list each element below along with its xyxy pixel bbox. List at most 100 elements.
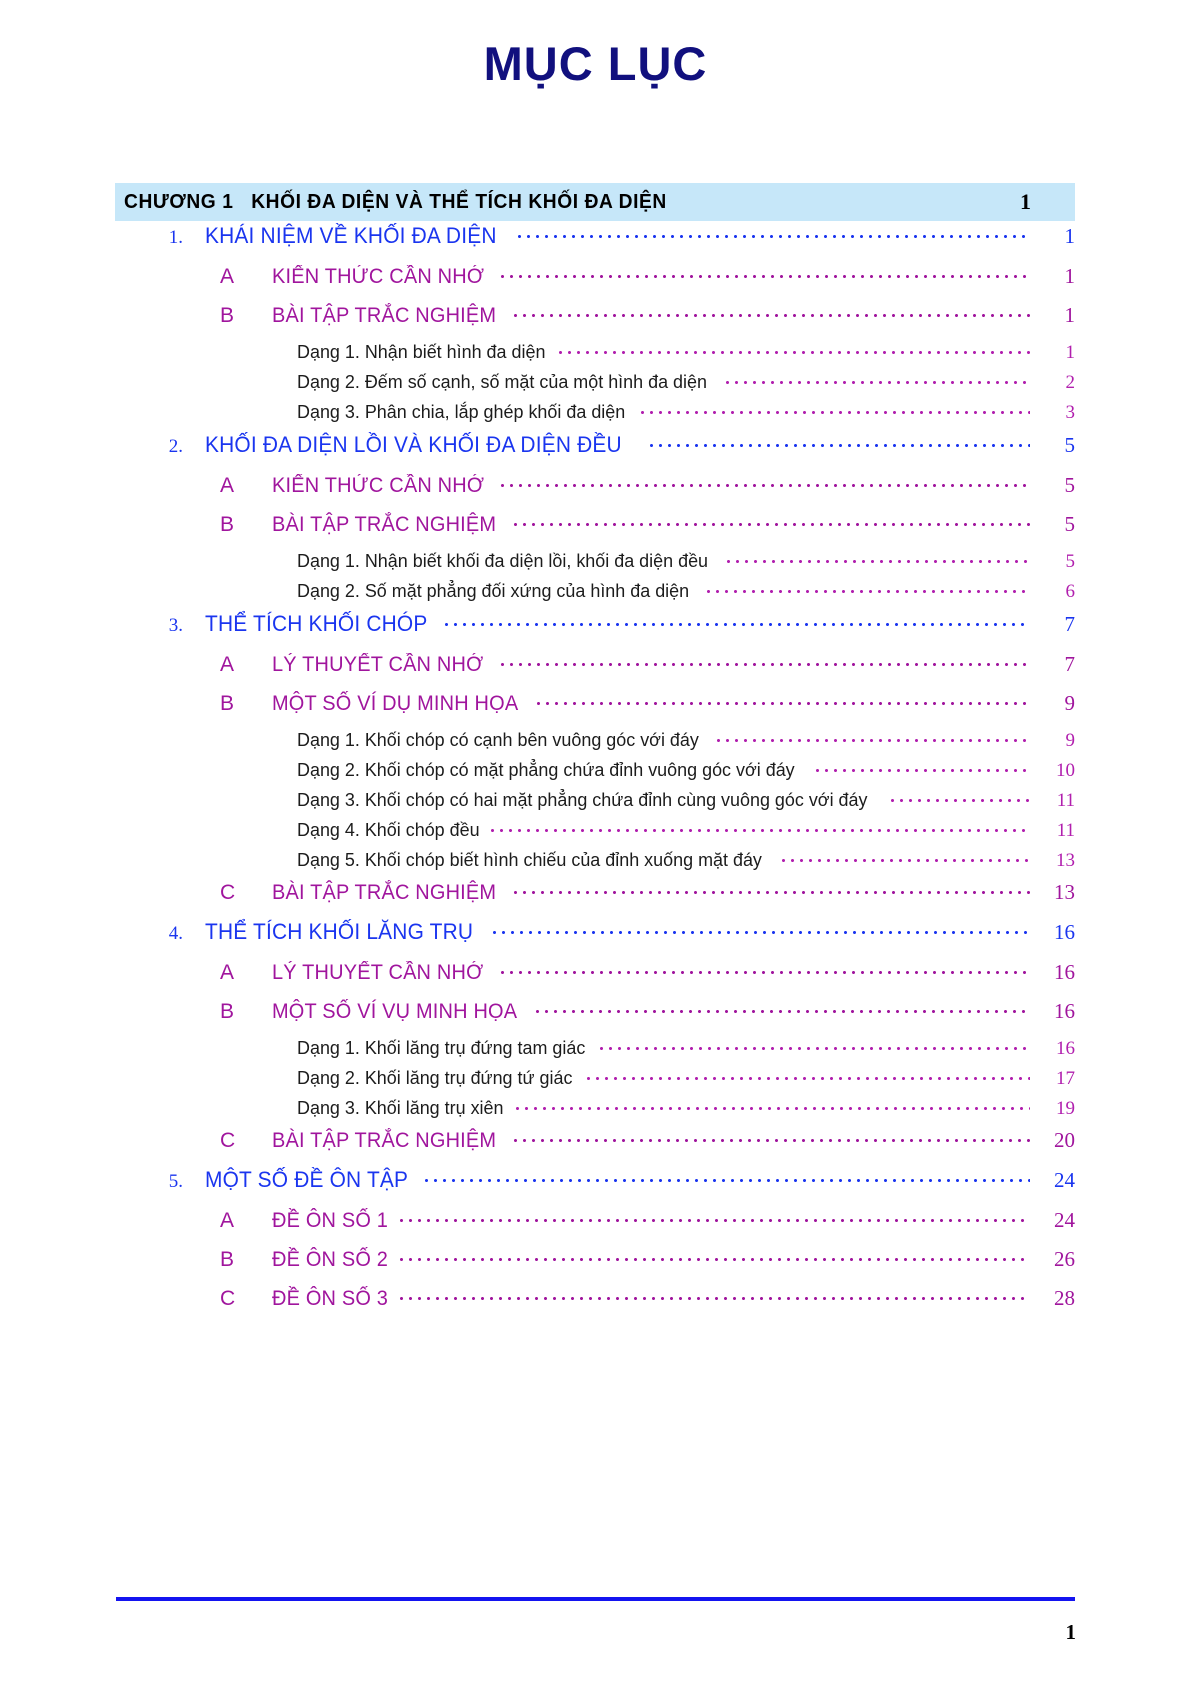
toc-entry-page-number: 24: [1054, 1168, 1075, 1192]
toc-entry-page-number: 7: [1064, 652, 1076, 676]
toc-entry-level2[interactable]: B ĐỀ ÔN SỐ 2 26: [115, 1245, 1075, 1284]
toc-entry-label: Dạng 3. Phân chia, lắp ghép khối đa diện: [297, 401, 626, 422]
toc-entry-number: B: [220, 1248, 235, 1271]
toc-entry-level2[interactable]: B BÀI TẬP TRẮC NGHIỆM 5: [115, 510, 1075, 549]
toc-entry-level1[interactable]: 3. THỂ TÍCH KHỐI CHÓP 7: [115, 609, 1075, 650]
toc-entry-number: 2.: [168, 436, 183, 457]
toc-dot-leader: [722, 370, 1030, 388]
toc-entry-page-number: 13: [1054, 880, 1075, 904]
toc-entry-level2[interactable]: A LÝ THUYẾT CẦN NHỚ 7: [115, 650, 1075, 689]
toc-entry-number: A: [220, 653, 235, 676]
toc-dot-leader: [514, 221, 1030, 243]
chapter-heading-bar: CHƯƠNG 1 KHỐI ĐA DIỆN VÀ THỂ TÍCH KHỐI Đ…: [115, 183, 1075, 221]
toc-dot-leader: [511, 510, 1030, 531]
toc-entry-page-number: 2: [1065, 372, 1076, 393]
toc-entry-level2[interactable]: C ĐỀ ÔN SỐ 3 28: [115, 1284, 1075, 1323]
toc-dot-leader: [534, 689, 1030, 710]
toc-entry-list: 1. KHÁI NIỆM VỀ KHỐI ĐA DIỆN 1 A KIẾN THỨC C…: [115, 221, 1075, 1323]
toc-entry-level2[interactable]: C BÀI TẬP TRẮC NGHIỆM 20: [115, 1126, 1075, 1165]
toc-entry-page-number: 11: [1056, 790, 1075, 811]
toc-entry-page-number: 20: [1054, 1128, 1075, 1152]
toc-entry-page-number: 9: [1064, 691, 1076, 715]
toc-entry-level3[interactable]: Dạng 2. Đếm số cạnh, số mặt của một hình…: [115, 370, 1075, 400]
toc-dot-leader: [533, 997, 1030, 1018]
toc-entry-label: KHỐI ĐA DIỆN LỒI VÀ KHỐI ĐA DIỆN ĐỀU: [205, 432, 622, 457]
toc-dot-leader: [397, 1284, 1030, 1305]
toc-entry-page-number: 6: [1065, 581, 1076, 602]
toc-entry-level3[interactable]: Dạng 3. Khối chóp có hai mặt phẳng chứa …: [115, 788, 1075, 818]
toc-entry-label: ĐỀ ÔN SỐ 3: [272, 1287, 389, 1310]
document-page: MỤC LỤC CHƯƠNG 1 KHỐI ĐA DIỆN VÀ THỂ TÍC…: [0, 0, 1191, 1684]
toc-entry-level3[interactable]: Dạng 3. Khối lăng trụ xiên 19: [115, 1096, 1075, 1126]
toc-entry-level2[interactable]: A KIẾN THỨC CẦN NHỚ 5: [115, 471, 1075, 510]
toc-entry-level2[interactable]: B BÀI TẬP TRẮC NGHIỆM 1: [115, 301, 1075, 340]
toc-entry-level2[interactable]: A LÝ THUYẾT CẦN NHỚ 16: [115, 958, 1075, 997]
toc-entry-level3[interactable]: Dạng 2. Số mặt phẳng đối xứng của hình đ…: [115, 579, 1075, 609]
toc-entry-level3[interactable]: Dạng 1. Nhận biết hình đa diện 1: [115, 340, 1075, 370]
toc-entry-label: Dạng 1. Khối chóp có cạnh bên vuông góc …: [297, 729, 699, 750]
footer-divider: [116, 1597, 1075, 1601]
toc-entry-page-number: 16: [1054, 960, 1075, 984]
toc-entry-label: BÀI TẬP TRẮC NGHIỆM: [272, 881, 497, 904]
toc-entry-number: 5.: [168, 1171, 183, 1192]
toc-dot-leader: [583, 1066, 1030, 1084]
toc-entry-number: 3.: [168, 615, 183, 636]
chapter-heading-row[interactable]: CHƯƠNG 1 KHỐI ĐA DIỆN VÀ THỂ TÍCH KHỐI Đ…: [115, 183, 1075, 221]
toc-dot-leader: [723, 549, 1030, 567]
toc-entry-label: BÀI TẬP TRẮC NGHIỆM: [272, 304, 497, 327]
toc-dot-leader: [813, 758, 1030, 776]
toc-entry-page-number: 7: [1064, 612, 1076, 636]
toc-entry-label: Dạng 2. Khối lăng trụ đứng tứ giác: [297, 1067, 573, 1088]
toc-dot-leader: [714, 728, 1030, 746]
toc-entry-page-number: 9: [1065, 730, 1076, 751]
toc-entry-level3[interactable]: Dạng 1. Nhận biết khối đa diện lồi, khối…: [115, 549, 1075, 579]
toc-entry-page-number: 5: [1064, 433, 1076, 457]
toc-dot-leader: [498, 262, 1030, 283]
toc-entry-label: KIẾN THỨC CẦN NHỚ: [272, 474, 485, 497]
toc-entry-level1[interactable]: 5. MỘT SỐ ĐỀ ÔN TẬP 24: [115, 1165, 1075, 1206]
toc-entry-page-number: 26: [1054, 1247, 1075, 1271]
toc-entry-label: Dạng 2. Số mặt phẳng đối xứng của hình đ…: [297, 580, 690, 601]
toc-entry-number: B: [220, 692, 235, 715]
toc-entry-level2[interactable]: B MỘT SỐ VÍ VỤ MINH HỌA 16: [115, 997, 1075, 1036]
toc-entry-level3[interactable]: Dạng 1. Khối chóp có cạnh bên vuông góc …: [115, 728, 1075, 758]
toc-entry-label: KHÁI NIỆM VỀ KHỐI ĐA DIỆN: [205, 223, 497, 248]
toc-dot-leader: [556, 340, 1030, 358]
toc-entry-page-number: 28: [1054, 1286, 1075, 1310]
toc-dot-leader: [442, 609, 1030, 631]
toc-entry-level3[interactable]: Dạng 1. Khối lăng trụ đứng tam giác 16: [115, 1036, 1075, 1066]
toc-entry-page-number: 1: [1064, 264, 1076, 288]
toc-entry-page-number: 1: [1064, 224, 1076, 248]
toc-entry-level2[interactable]: C BÀI TẬP TRẮC NGHIỆM 13: [115, 878, 1075, 917]
toc-entry-page-number: 13: [1056, 850, 1075, 871]
toc-entry-label: Dạng 4. Khối chóp đều: [297, 819, 480, 840]
toc-entry-page-number: 11: [1056, 820, 1075, 841]
toc-entry-label: Dạng 3. Khối lăng trụ xiên: [297, 1097, 504, 1118]
toc-entry-level3[interactable]: Dạng 2. Khối chóp có mặt phẳng chứa đỉnh…: [115, 758, 1075, 788]
toc-entry-number: A: [220, 1209, 235, 1232]
toc-entry-label: Dạng 1. Nhận biết khối đa diện lồi, khối…: [297, 550, 709, 571]
toc-entry-level3[interactable]: Dạng 2. Khối lăng trụ đứng tứ giác 17: [115, 1066, 1075, 1096]
toc-entry-level1[interactable]: 1. KHÁI NIỆM VỀ KHỐI ĐA DIỆN 1: [115, 221, 1075, 262]
toc-dot-leader: [888, 788, 1030, 806]
toc-entry-label: Dạng 2. Đếm số cạnh, số mặt của một hình…: [297, 371, 707, 392]
toc-entry-page-number: 5: [1065, 551, 1076, 572]
toc-entry-level2[interactable]: A KIẾN THỨC CẦN NHỚ 1: [115, 262, 1075, 301]
table-of-contents: CHƯƠNG 1 KHỐI ĐA DIỆN VÀ THỂ TÍCH KHỐI Đ…: [115, 183, 1075, 1323]
toc-entry-label: THỂ TÍCH KHỐI LĂNG TRỤ: [205, 919, 474, 944]
toc-entry-level1[interactable]: 2. KHỐI ĐA DIỆN LỒI VÀ KHỐI ĐA DIỆN ĐỀU 5: [115, 430, 1075, 471]
toc-entry-level3[interactable]: Dạng 3. Phân chia, lắp ghép khối đa diện…: [115, 400, 1075, 430]
toc-entry-level2[interactable]: A ĐỀ ÔN SỐ 1 24: [115, 1206, 1075, 1245]
toc-entry-label: LÝ THUYẾT CẦN NHỚ: [272, 961, 484, 984]
toc-entry-number: B: [220, 1000, 235, 1023]
toc-entry-label: LÝ THUYẾT CẦN NHỚ: [272, 653, 484, 676]
toc-entry-level1[interactable]: 4. THỂ TÍCH KHỐI LĂNG TRỤ 16: [115, 917, 1075, 958]
toc-entry-label: Dạng 5. Khối chóp biết hình chiếu của đỉ…: [297, 849, 762, 870]
toc-entry-level2[interactable]: B MỘT SỐ VÍ DỤ MINH HỌA 9: [115, 689, 1075, 728]
toc-entry-level3[interactable]: Dạng 4. Khối chóp đều 11: [115, 818, 1075, 848]
toc-dot-leader: [497, 650, 1030, 671]
toc-entry-page-number: 5: [1064, 512, 1076, 536]
toc-entry-level3[interactable]: Dạng 5. Khối chóp biết hình chiếu của đỉ…: [115, 848, 1075, 878]
toc-entry-number: C: [220, 881, 236, 904]
toc-entry-page-number: 1: [1065, 342, 1076, 363]
